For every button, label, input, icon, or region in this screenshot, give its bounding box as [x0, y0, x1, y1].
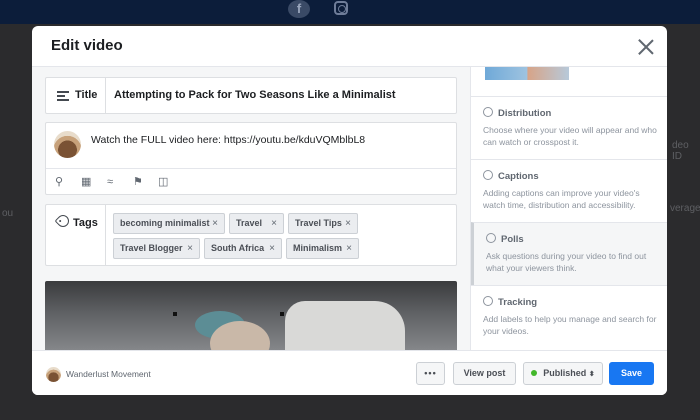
section-heading: Distribution	[483, 107, 551, 119]
sidebar-section-tracking[interactable]: Tracking Add labels to help you manage a…	[471, 285, 667, 350]
background-top-bar: f	[0, 0, 700, 24]
tag-chip: South Africa ×	[204, 238, 282, 259]
polls-icon	[486, 233, 496, 243]
section-description: Ask questions during your video to find …	[486, 251, 647, 273]
page-avatar	[46, 367, 61, 382]
tracking-icon	[483, 296, 493, 306]
tag-chip: Travel ×	[229, 213, 284, 234]
tags-field: Tags becoming minimalist × Travel × Trav…	[45, 204, 457, 266]
section-heading: Polls	[486, 233, 524, 245]
view-post-button[interactable]: View post	[453, 362, 516, 385]
thumbnail-detail	[173, 312, 177, 316]
location-icon[interactable]: ⚲	[55, 176, 63, 188]
tag-label: becoming minimalist	[120, 218, 210, 228]
tag-label: Minimalism	[293, 243, 343, 253]
tags-label-cell: Tags	[46, 205, 106, 265]
video-thumbnail[interactable]	[45, 281, 457, 350]
tag-label: Travel	[236, 218, 263, 228]
description-input[interactable]: Watch the FULL video here: https://youtu…	[91, 134, 365, 146]
tag-label: Travel Tips	[295, 218, 342, 228]
flag-icon[interactable]: ⚑	[133, 176, 143, 188]
tags-label: Tags	[73, 217, 98, 229]
remove-tag-icon[interactable]: ×	[271, 214, 277, 233]
background-text-video-id: deo ID	[672, 140, 689, 162]
distribution-icon	[483, 107, 493, 117]
page-name: Wanderlust Movement	[66, 369, 151, 379]
title-label: Title	[75, 89, 98, 101]
remove-tag-icon[interactable]: ×	[187, 239, 193, 258]
dropdown-arrow-icon: ⬍	[588, 371, 595, 378]
page-avatar	[54, 131, 81, 158]
more-options-button[interactable]: •••	[416, 362, 445, 385]
facebook-icon: f	[288, 0, 310, 18]
remove-tag-icon[interactable]: ×	[212, 214, 218, 233]
remove-tag-icon[interactable]: ×	[346, 239, 352, 258]
settings-sidebar: Distribution Choose where your video wil…	[470, 67, 667, 350]
publish-status-label: Published	[543, 368, 587, 378]
tag-chip: becoming minimalist ×	[113, 213, 225, 234]
sidebar-section-distribution[interactable]: Distribution Choose where your video wil…	[471, 96, 667, 159]
tag-label: Travel Blogger	[120, 243, 183, 253]
sidebar-section-polls[interactable]: Polls Ask questions during your video to…	[471, 222, 667, 285]
description-field: Watch the FULL video here: https://youtu…	[45, 122, 457, 195]
captions-icon	[483, 170, 493, 180]
section-title: Captions	[498, 171, 539, 182]
text-lines-icon	[57, 91, 69, 101]
background-text-left: ou	[2, 208, 14, 219]
tag-chip: Travel Blogger ×	[113, 238, 200, 259]
section-description: Add labels to help you manage and search…	[483, 314, 657, 336]
dialog-footer: Wanderlust Movement ••• View post Publis…	[32, 350, 667, 395]
published-status-icon	[531, 370, 538, 376]
title-label-cell: Title	[46, 78, 106, 113]
section-title: Tracking	[498, 297, 538, 308]
thumbnail-detail	[280, 312, 284, 316]
thumbnail-detail	[285, 301, 405, 350]
dialog-header: Edit video	[32, 26, 667, 67]
tag-chip: Minimalism ×	[286, 238, 359, 259]
tag-chip: Travel Tips ×	[288, 213, 358, 234]
close-icon[interactable]	[637, 38, 655, 56]
remove-tag-icon[interactable]: ×	[345, 214, 351, 233]
section-heading: Captions	[483, 170, 539, 182]
tag-label: South Africa	[211, 243, 265, 253]
section-description: Adding captions can improve your video's…	[483, 188, 640, 210]
section-heading: Tracking	[483, 296, 537, 308]
background-text-average: verage	[670, 203, 700, 214]
video-details-pane: Title Attempting to Pack for Two Seasons…	[32, 67, 470, 350]
instagram-icon	[334, 1, 348, 15]
save-button[interactable]: Save	[609, 362, 654, 385]
remove-tag-icon[interactable]: ×	[269, 239, 275, 258]
title-input[interactable]: Attempting to Pack for Two Seasons Like …	[114, 89, 396, 101]
edit-video-dialog: Edit video Title Attempting to Pack for …	[32, 26, 667, 395]
dialog-title: Edit video	[51, 37, 123, 54]
tag-icon	[54, 212, 72, 230]
handshake-icon[interactable]: ≈	[107, 176, 113, 188]
briefcase-icon[interactable]: ◫	[158, 176, 168, 188]
publish-status-dropdown[interactable]: Published ⬍	[523, 362, 603, 385]
video-preview-thumbnail[interactable]	[485, 67, 569, 80]
calendar-icon[interactable]: ▦	[81, 176, 91, 188]
section-title: Polls	[501, 234, 524, 245]
section-title: Distribution	[498, 108, 552, 119]
sidebar-section-captions[interactable]: Captions Adding captions can improve you…	[471, 159, 667, 222]
title-field: Title Attempting to Pack for Two Seasons…	[45, 77, 457, 114]
divider	[46, 168, 456, 169]
section-description: Choose where your video will appear and …	[483, 125, 657, 147]
